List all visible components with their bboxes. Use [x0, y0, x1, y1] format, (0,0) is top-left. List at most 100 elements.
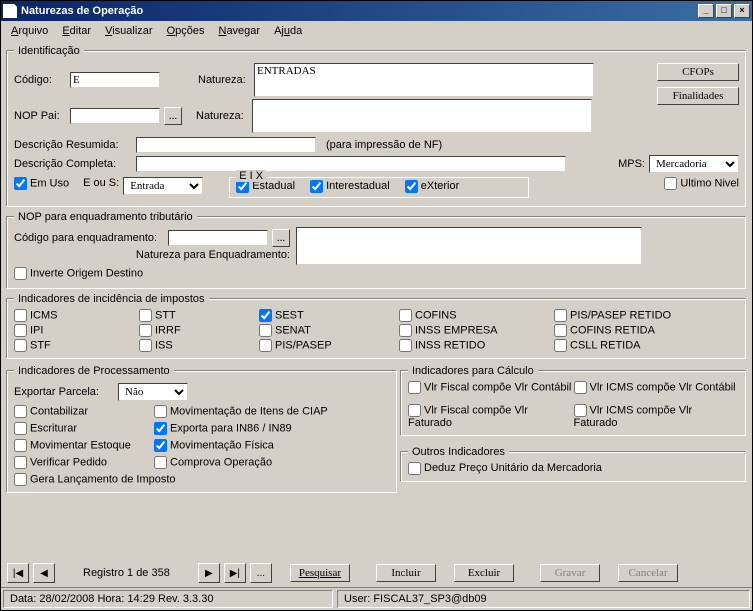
inverte-checkbox[interactable]: Inverte Origem Destino: [14, 267, 143, 280]
chk-stt[interactable]: STT: [139, 309, 259, 322]
natureza-textarea[interactable]: ENTRADAS: [254, 63, 594, 97]
menu-editar[interactable]: Editar: [56, 23, 97, 39]
chk-stf[interactable]: STF: [14, 339, 139, 352]
chk-compop[interactable]: Comprova Operação: [154, 456, 374, 469]
statusbar: Data: 28/02/2008 Hora: 14:29 Rev. 3.3.30…: [1, 587, 752, 610]
excluir-button[interactable]: Excluir: [454, 564, 514, 582]
chk-contab[interactable]: Contabilizar: [14, 405, 154, 418]
eix-label: E I X: [236, 170, 266, 182]
eix-group: E I X Estadual Interestadual eXterior: [229, 177, 529, 198]
nop-codigo-label: Código para enquadramento:: [14, 232, 164, 244]
legend-calc: Indicadores para Cálculo: [408, 365, 538, 377]
menu-opcoes[interactable]: Opções: [161, 23, 211, 39]
titlebar: Naturezas de Operação _ □ ×: [1, 1, 752, 21]
chk-cofins[interactable]: COFINS: [399, 309, 554, 322]
chk-ipi[interactable]: IPI: [14, 324, 139, 337]
chk-vff[interactable]: Vlr Fiscal compõe Vlr Faturado: [408, 404, 574, 429]
descres-hint: (para impressão de NF): [326, 139, 442, 151]
cancelar-button[interactable]: Cancelar: [618, 564, 678, 582]
fieldset-nop: NOP para enquadramento tributário Código…: [7, 211, 746, 289]
chk-pisret[interactable]: PIS/PASEP RETIDO: [554, 309, 709, 322]
gravar-button[interactable]: Gravar: [540, 564, 600, 582]
chk-expin86[interactable]: Exporta para IN86 / IN89: [154, 422, 374, 435]
incluir-button[interactable]: Incluir: [376, 564, 436, 582]
maximize-button[interactable]: □: [716, 4, 732, 18]
navbar: |◀ ◀ Registro 1 de 358 ▶ ▶| ... Pesquisa…: [1, 559, 752, 587]
close-button[interactable]: ×: [734, 4, 750, 18]
menu-ajuda[interactable]: Ajuda: [268, 23, 308, 39]
chk-icms[interactable]: ICMS: [14, 309, 139, 322]
fieldset-outros: Outros Indicadores Deduz Preço Unitário …: [401, 446, 746, 482]
mps-label: MPS:: [618, 158, 645, 170]
nav-more-button[interactable]: ...: [250, 563, 272, 583]
nop-natureza-textarea[interactable]: [296, 227, 642, 265]
chk-vicmsc[interactable]: Vlr ICMS compõe Vlr Contábil: [574, 381, 740, 394]
estadual-checkbox[interactable]: Estadual: [236, 180, 295, 192]
nav-first-button[interactable]: |◀: [7, 563, 29, 583]
nop-natureza-label: Natureza para Enquadramento:: [136, 249, 290, 261]
chk-pispasep[interactable]: PIS/PASEP: [259, 339, 399, 352]
descres-label: Descrição Resumida:: [14, 139, 132, 151]
finalidades-button[interactable]: Finalidades: [657, 87, 739, 105]
chk-deduz[interactable]: Deduz Preço Unitário da Mercadoria: [408, 462, 602, 474]
desccomp-label: Descrição Completa:: [14, 158, 132, 170]
natureza2-label: Natureza:: [196, 110, 248, 122]
nav-last-button[interactable]: ▶|: [224, 563, 246, 583]
chk-iss[interactable]: ISS: [139, 339, 259, 352]
menubar: Arquivo Editar Visualizar Opções Navegar…: [1, 21, 752, 41]
minimize-button[interactable]: _: [698, 4, 714, 18]
pesquisar-button[interactable]: Pesquisar: [290, 564, 350, 582]
ultimonivel-checkbox[interactable]: Ultimo Nivel: [664, 177, 739, 190]
nop-lookup-button[interactable]: ...: [272, 229, 290, 247]
emuso-checkbox[interactable]: Em Uso: [14, 177, 69, 190]
chk-verped[interactable]: Verificar Pedido: [14, 456, 154, 469]
menu-navegar[interactable]: Navegar: [212, 23, 266, 39]
desccomp-input[interactable]: [136, 156, 566, 172]
codigo-input[interactable]: [70, 72, 160, 88]
legend-proc: Indicadores de Processamento: [14, 365, 174, 377]
nav-prev-button[interactable]: ◀: [33, 563, 55, 583]
chk-vicmsf[interactable]: Vlr ICMS compõe Vlr Faturado: [574, 404, 740, 429]
status-datetime: Data: 28/02/2008 Hora: 14:29 Rev. 3.3.30: [3, 590, 333, 608]
exparc-label: Exportar Parcela:: [14, 386, 114, 398]
app-icon: [3, 4, 17, 18]
menu-visualizar[interactable]: Visualizar: [99, 23, 159, 39]
exterior-checkbox[interactable]: eXterior: [405, 180, 460, 192]
chk-csll[interactable]: CSLL RETIDA: [554, 339, 709, 352]
natureza2-textarea[interactable]: [252, 99, 592, 133]
codigo-label: Código:: [14, 74, 66, 86]
noppai-lookup-button[interactable]: ...: [164, 107, 182, 125]
chk-senat[interactable]: SENAT: [259, 324, 399, 337]
chk-movfis[interactable]: Movimentação Física: [154, 439, 374, 452]
legend-nop: NOP para enquadramento tributário: [14, 211, 197, 223]
legend-impostos: Indicadores de incidência de impostos: [14, 293, 209, 305]
chk-escrit[interactable]: Escriturar: [14, 422, 154, 435]
descres-input[interactable]: [136, 137, 316, 153]
record-counter: Registro 1 de 358: [83, 567, 170, 579]
noppai-input[interactable]: [70, 108, 160, 124]
nav-next-button[interactable]: ▶: [198, 563, 220, 583]
fieldset-processamento: Indicadores de Processamento Exportar Pa…: [7, 365, 397, 493]
content-area: Identificação Código: Natureza: ENTRADAS…: [1, 41, 752, 559]
menu-arquivo[interactable]: Arquivo: [5, 23, 54, 39]
chk-sest[interactable]: SEST: [259, 309, 399, 322]
interestadual-checkbox[interactable]: Interestadual: [310, 180, 390, 192]
fieldset-identificacao: Identificação Código: Natureza: ENTRADAS…: [7, 45, 746, 207]
mps-select[interactable]: Mercadoria: [649, 155, 739, 173]
exparc-select[interactable]: Não: [118, 383, 188, 401]
fieldset-impostos: Indicadores de incidência de impostos IC…: [7, 293, 746, 359]
eous-label: E ou S:: [83, 177, 119, 189]
chk-inssret[interactable]: INSS RETIDO: [399, 339, 554, 352]
nop-codigo-input[interactable]: [168, 230, 268, 246]
cfops-button[interactable]: CFOPs: [657, 63, 739, 81]
chk-movciap[interactable]: Movimentação de Itens de CIAP: [154, 405, 374, 418]
chk-geralanc[interactable]: Gera Lançamento de Imposto: [14, 473, 374, 486]
chk-cofret[interactable]: COFINS RETIDA: [554, 324, 709, 337]
chk-movest[interactable]: Movimentar Estoque: [14, 439, 154, 452]
chk-irrf[interactable]: IRRF: [139, 324, 259, 337]
chk-vfc[interactable]: Vlr Fiscal compõe Vlr Contábil: [408, 381, 574, 394]
noppai-label: NOP Pai:: [14, 110, 66, 122]
chk-inssemp[interactable]: INSS EMPRESA: [399, 324, 554, 337]
eous-select[interactable]: Entrada: [123, 177, 203, 195]
window: Naturezas de Operação _ □ × Arquivo Edit…: [0, 0, 753, 611]
